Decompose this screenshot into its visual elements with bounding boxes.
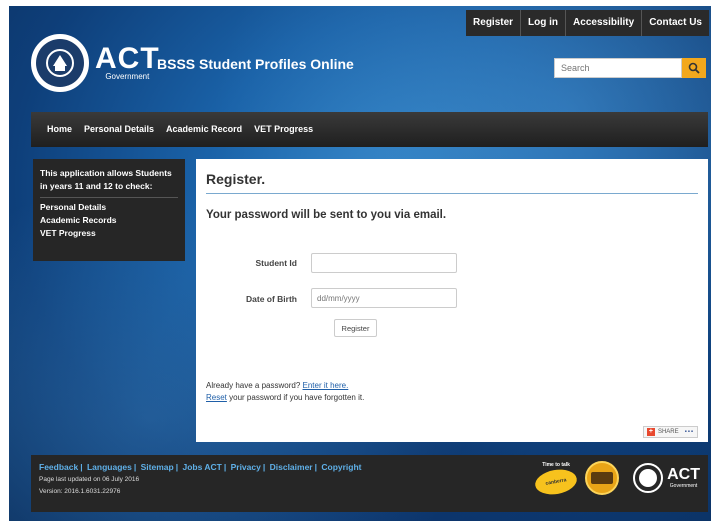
dob-label: Date of Birth xyxy=(246,294,297,304)
page-frame: Register Log in Accessibility Contact Us… xyxy=(9,6,711,521)
nav-home[interactable]: Home xyxy=(41,112,78,147)
footer-link-languages[interactable]: Languages xyxy=(87,462,132,472)
sidebar-link-vet-progress[interactable]: VET Progress xyxy=(40,227,178,240)
social-icons: ▪▪▪ xyxy=(684,429,694,435)
search-input[interactable] xyxy=(554,58,682,78)
topnav-contact-link[interactable]: Contact Us xyxy=(641,10,709,36)
enter-password-link[interactable]: Enter it here. xyxy=(303,381,349,390)
site-title: BSSS Student Profiles Online xyxy=(157,56,354,72)
top-navigation: Register Log in Accessibility Contact Us xyxy=(466,10,709,36)
page-title: Register. xyxy=(206,159,698,194)
nav-personal-details[interactable]: Personal Details xyxy=(78,112,160,147)
footer-crest-icon xyxy=(633,463,664,493)
info-sidebar: This application allows Students in year… xyxy=(33,159,185,261)
student-id-field[interactable] xyxy=(311,253,457,273)
plus-icon: + xyxy=(646,428,655,436)
act-government-logo[interactable]: ACT Government xyxy=(31,34,160,92)
already-text: Already have a password? xyxy=(206,381,303,390)
footer-link-feedback[interactable]: Feedback xyxy=(39,462,78,472)
footer: Feedback | Languages | Sitemap | Jobs ACT | … xyxy=(31,455,708,512)
time-to-talk-badge[interactable]: Time to talk canberra xyxy=(533,462,579,498)
reset-password-link[interactable]: Reset xyxy=(206,393,227,402)
register-button[interactable]: Register xyxy=(334,319,377,337)
reset-text: your password if you have forgotten it. xyxy=(226,393,365,402)
topnav-register-link[interactable]: Register xyxy=(466,10,520,36)
canberra-oval-icon: canberra xyxy=(533,466,579,498)
page-subtitle: Your password will be sent to you via em… xyxy=(206,209,447,221)
time-to-talk-label: Time to talk xyxy=(542,462,570,468)
register-panel: Register. Your password will be sent to … xyxy=(196,159,708,442)
act-crest-icon xyxy=(31,34,89,92)
footer-link-jobs-act[interactable]: Jobs ACT xyxy=(182,462,221,472)
topnav-accessibility-link[interactable]: Accessibility xyxy=(565,10,641,36)
student-id-label: Student Id xyxy=(255,258,297,268)
share-button[interactable]: + SHARE ▪▪▪ xyxy=(642,426,698,438)
canberra-oval-text: canberra xyxy=(545,477,568,487)
footer-logo-text: ACT xyxy=(667,466,700,483)
footer-link-privacy[interactable]: Privacy xyxy=(231,462,261,472)
logo-text: ACT xyxy=(95,42,160,75)
footer-link-disclaimer[interactable]: Disclaimer xyxy=(270,462,313,472)
sidebar-intro: This application allows Students in year… xyxy=(40,167,178,198)
search-button[interactable] xyxy=(682,58,706,78)
topnav-login-link[interactable]: Log in xyxy=(520,10,565,36)
footer-logo-subtext: Government xyxy=(669,483,698,489)
sidebar-link-academic-records[interactable]: Academic Records xyxy=(40,214,178,227)
footer-link-sitemap[interactable]: Sitemap xyxy=(141,462,174,472)
footer-link-copyright[interactable]: Copyright xyxy=(321,462,361,472)
nav-academic-record[interactable]: Academic Record xyxy=(160,112,248,147)
help-notes: Already have a password? Enter it here. … xyxy=(206,380,364,404)
main-navigation: Home Personal Details Academic Record VE… xyxy=(31,112,708,147)
search-bar xyxy=(554,58,706,78)
sidebar-link-personal-details[interactable]: Personal Details xyxy=(40,201,178,214)
share-label: SHARE xyxy=(657,429,679,435)
nav-vet-progress[interactable]: VET Progress xyxy=(248,112,319,147)
seal-badge-icon[interactable] xyxy=(585,461,620,495)
dob-field[interactable] xyxy=(311,288,457,308)
search-icon xyxy=(688,62,700,74)
footer-act-logo[interactable]: ACT Government xyxy=(633,463,700,493)
footer-badges: Time to talk canberra ACT Government xyxy=(533,461,700,498)
